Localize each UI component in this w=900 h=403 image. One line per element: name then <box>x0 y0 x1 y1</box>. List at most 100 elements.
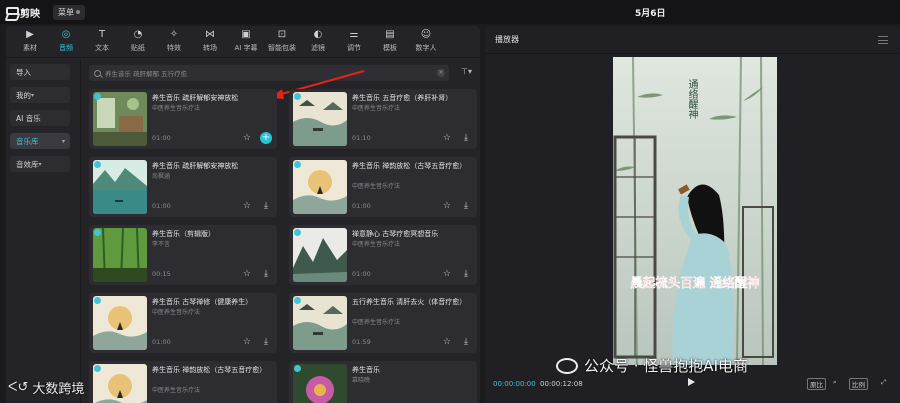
fullscreen-icon[interactable]: ⤢ <box>881 378 886 387</box>
music-note-icon <box>294 229 301 236</box>
music-thumbnail <box>93 364 147 403</box>
music-title: 禅意静心 古琴疗愈冥想音乐 <box>352 230 439 238</box>
favorite-star-icon[interactable]: ☆ <box>443 201 451 211</box>
favorite-star-icon[interactable]: ☆ <box>443 133 451 143</box>
chevron-down-icon: ▾ <box>31 91 35 99</box>
music-card[interactable]: 养生音乐 禅韵放松（古琴五音疗愈） 中医养生音乐疗法 01:00 ☆ ⤓ <box>289 157 477 217</box>
music-artist: 中医养生音乐疗法 <box>152 309 201 316</box>
music-title: 养生音乐（剪辑版） <box>152 230 215 238</box>
template-icon: ▤ <box>385 29 395 40</box>
favorite-star-icon[interactable]: ☆ <box>243 337 251 347</box>
adjust-icon: ⚌ <box>349 29 359 40</box>
tab-label: 素材 <box>23 44 37 52</box>
sidenav-item[interactable]: 导入 <box>10 64 70 80</box>
favorite-star-icon[interactable]: ☆ <box>443 269 451 279</box>
music-duration: 01:59 <box>352 338 371 346</box>
zoom-icon[interactable]: ⌕ <box>833 378 837 387</box>
app-window: 剪映 菜单 5月6日 ▶ 素材 ◎ 音频 T 文本 ◔ 贴纸 ✧ 特效 ⋈ 转场 ▣ AI 字幕 ⊡ 智能包装… <box>0 0 900 403</box>
music-card[interactable]: 养生音乐 疏肝解郁安神放松 中医养生音乐疗法 01:00 ☆ + <box>89 89 277 149</box>
tab-media[interactable]: ▶ 素材 <box>12 26 48 57</box>
add-to-timeline-icon[interactable]: + <box>260 132 272 144</box>
music-card[interactable]: 养生音乐 疏肝解郁安神放松 尚枫涵 01:00 ☆ ⤓ <box>89 157 277 217</box>
favorite-star-icon[interactable]: ☆ <box>443 337 451 347</box>
music-artist: 中医养生音乐疗法 <box>352 241 401 248</box>
sidenav-item[interactable]: 我的 ▾ <box>10 87 70 103</box>
music-artist: 中医养生音乐疗法 <box>352 183 401 190</box>
sidenav-item[interactable]: 音效库 ▾ <box>10 156 70 172</box>
project-title: 5月6日 <box>635 9 666 19</box>
player-header: 播放器 <box>485 26 900 54</box>
filter-dropdown-icon[interactable]: ⊤▾ <box>461 67 472 76</box>
video-preview[interactable]: 通络醒神 晨起梳头百遍 通络醒神 <box>613 57 777 365</box>
music-thumbnail <box>293 228 347 282</box>
aspect-ratio-button[interactable]: 比例 <box>849 378 868 390</box>
media-icon: ▶ <box>26 29 34 40</box>
music-thumbnail <box>93 296 147 350</box>
tab-label: 模板 <box>383 44 397 52</box>
text-icon: T <box>98 29 106 40</box>
music-artist: 中医养生音乐疗法 <box>352 319 401 326</box>
music-card[interactable]: 养生音乐 五音疗愈（养肝补肾） 中医养生音乐疗法 01:10 ☆ ⤓ <box>289 89 477 149</box>
tab-text[interactable]: T 文本 <box>84 26 120 57</box>
music-card[interactable]: 禅意静心 古琴疗愈冥想音乐 中医养生音乐疗法 01:00 ☆ ⤓ <box>289 225 477 285</box>
menu-button[interactable]: 菜单 <box>53 4 85 20</box>
download-icon[interactable]: ⤓ <box>464 201 468 211</box>
tab-smart-pack[interactable]: ⊡ 智能包装 <box>264 26 300 57</box>
sidenav-item[interactable]: AI 音乐 <box>10 110 70 126</box>
tab-label: 文本 <box>95 44 109 52</box>
music-duration: 01:00 <box>352 202 371 210</box>
music-duration: 01:00 <box>152 134 171 142</box>
music-duration: 01:00 <box>152 338 171 346</box>
sidenav-item-label: 音效库 <box>16 159 39 169</box>
music-card[interactable]: 养生音乐 慕晓晚 <box>289 361 477 403</box>
category-toolbar: ▶ 素材 ◎ 音频 T 文本 ◔ 贴纸 ✧ 特效 ⋈ 转场 ▣ AI 字幕 ⊡ 智能包装 ◐ 滤镜 ⚌ 调节 ▤ 模板 ☺ 数… <box>6 26 480 58</box>
favorite-star-icon[interactable]: ☆ <box>243 201 251 211</box>
music-artist: 慕晓晚 <box>352 377 371 384</box>
wechat-watermark: 公众号 · 怪兽抱抱AI电商 <box>556 355 748 376</box>
tab-ai-subtitle[interactable]: ▣ AI 字幕 <box>228 26 264 57</box>
player-menu-icon[interactable] <box>878 36 888 44</box>
current-time: 00:00:00:00 <box>493 380 536 388</box>
tab-transition[interactable]: ⋈ 转场 <box>192 26 228 57</box>
download-icon[interactable]: ⤓ <box>464 337 468 347</box>
music-note-icon <box>94 161 101 168</box>
music-artist: 中医养生音乐疗法 <box>152 387 201 394</box>
favorite-star-icon[interactable]: ☆ <box>243 269 251 279</box>
tab-sticker[interactable]: ◔ 贴纸 <box>120 26 156 57</box>
media-panel: ▶ 素材 ◎ 音频 T 文本 ◔ 贴纸 ✧ 特效 ⋈ 转场 ▣ AI 字幕 ⊡ 智能包装 ◐ 滤镜 ⚌ 调节 ▤ 模板 ☺ 数… <box>6 26 480 403</box>
tab-filter[interactable]: ◐ 滤镜 <box>300 26 336 57</box>
favorite-star-icon[interactable]: ☆ <box>243 133 251 143</box>
music-card[interactable]: 养生音乐 古琴禅修（健康养生） 中医养生音乐疗法 01:00 ☆ ⤓ <box>89 293 277 353</box>
corner-brand-text: 大数跨境 <box>32 382 85 397</box>
download-icon[interactable]: ⤓ <box>464 269 468 279</box>
smart-pack-icon: ⊡ <box>277 29 287 40</box>
caption-top: 通络醒神 <box>686 79 697 119</box>
search-placeholder: 养生音乐 疏肝解郁 五行疗愈 <box>105 70 188 78</box>
tab-template[interactable]: ▤ 模板 <box>372 26 408 57</box>
music-library-content: 养生音乐 疏肝解郁 五行疗愈 × ⊤▾ 养生音乐 疏肝解郁安神放松 中医养生音乐疗… <box>80 59 480 403</box>
tab-effects[interactable]: ✧ 特效 <box>156 26 192 57</box>
title-bar: 剪映 菜单 5月6日 <box>0 0 900 24</box>
music-card[interactable]: 五行养生音乐 清肝去火（体音疗愈） 中医养生音乐疗法 01:59 ☆ ⤓ <box>289 293 477 353</box>
tab-audio[interactable]: ◎ 音频 <box>48 26 84 57</box>
chevron-down-icon: ▾ <box>38 160 42 168</box>
tab-adjust[interactable]: ⚌ 调节 <box>336 26 372 57</box>
download-icon[interactable]: ⤓ <box>264 201 268 211</box>
music-duration: 00:15 <box>152 270 171 278</box>
music-card[interactable]: 养生音乐（剪辑版） 李不言 00:15 ☆ ⤓ <box>89 225 277 285</box>
music-title: 养生音乐 疏肝解郁安神放松 <box>152 162 239 170</box>
download-icon[interactable]: ⤓ <box>464 133 468 143</box>
play-icon[interactable] <box>688 378 695 386</box>
clear-search-icon[interactable]: × <box>437 69 445 77</box>
download-icon[interactable]: ⤓ <box>264 337 268 347</box>
tab-digital-human[interactable]: ☺ 数字人 <box>408 26 444 57</box>
music-title: 养生音乐 <box>352 366 380 374</box>
download-icon[interactable]: ⤓ <box>264 269 268 279</box>
menu-label: 菜单 <box>58 7 74 17</box>
sticker-icon: ◔ <box>133 29 143 40</box>
corner-brand: ᐸ↺ 大数跨境 <box>8 378 84 397</box>
ratio-original-button[interactable]: 原比 <box>807 378 826 390</box>
music-artist: 中医养生音乐疗法 <box>352 105 401 112</box>
music-card[interactable]: 养生音乐 禅韵放松（古琴五音疗愈） 中医养生音乐疗法 <box>89 361 277 403</box>
sidenav-item[interactable]: 音乐库 ▾ <box>10 133 70 149</box>
